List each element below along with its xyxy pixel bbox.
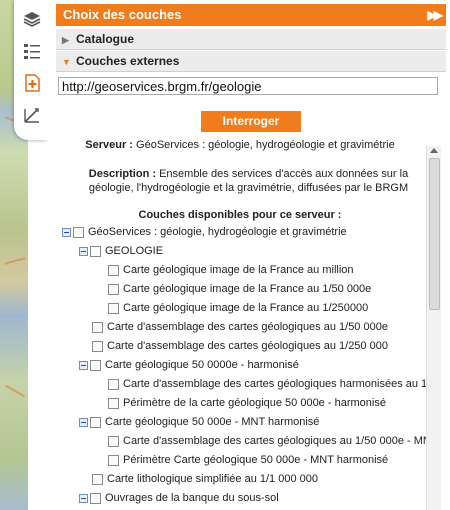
tree-node-label: Carte d'assemblage des cartes géologique… <box>107 340 388 353</box>
tree-node[interactable]: Carte d'assemblage des cartes géologique… <box>108 433 426 449</box>
tree-node-label: Carte d'assemblage des cartes géologique… <box>123 435 426 448</box>
service-description: Description : Ensemble des services d'ac… <box>76 167 421 195</box>
tree-node[interactable]: Périmètre Carte géologique 50 000e - MNT… <box>108 452 388 468</box>
tree-node-label: GEOLOGIE <box>105 245 164 258</box>
layer-checkbox[interactable] <box>90 245 101 257</box>
tree-node[interactable]: Carte lithologique simplifiée au 1/1 000… <box>92 471 318 487</box>
collapse-toggle-icon[interactable] <box>79 417 88 427</box>
tree-node-label: Périmètre Carte géologique 50 000e - MNT… <box>123 454 389 467</box>
tree-node[interactable]: Carte géologique image de la France au 1… <box>108 281 371 297</box>
layer-checkbox[interactable] <box>90 492 101 504</box>
tree-node[interactable]: Carte d'assemblage des cartes géologique… <box>92 319 388 335</box>
tree-node[interactable]: Carte d'assemblage des cartes géologique… <box>108 376 426 392</box>
layer-checkbox[interactable] <box>108 397 119 409</box>
description-label: Description : <box>88 168 157 180</box>
tree-node-label: Carte géologique 50 000e - MNT harmonisé <box>105 416 320 429</box>
tree-node-label: Carte géologique image de la France au 1… <box>123 302 369 315</box>
server-info: Serveur : GéoServices : géologie, hydrog… <box>60 139 420 151</box>
server-label: Serveur : <box>85 139 133 151</box>
tree-node-label: Carte d'assemblage des cartes géologique… <box>123 378 426 391</box>
layer-list-icon[interactable] <box>21 40 43 62</box>
tree-node-label: Périmètre de la carte géologique 50 000e… <box>123 397 386 410</box>
tree-node[interactable]: Carte géologique 50 000e - MNT harmonisé <box>79 414 319 430</box>
panel-title: Choix des couches <box>63 7 182 22</box>
layer-checkbox[interactable] <box>92 340 103 352</box>
layer-checkbox[interactable] <box>90 359 101 371</box>
layer-checkbox[interactable] <box>90 416 101 428</box>
tree-node[interactable]: GEOLOGIE <box>79 243 163 259</box>
tree-node-label: Carte d'assemblage des cartes géologique… <box>107 321 388 334</box>
layer-checkbox[interactable] <box>108 454 119 466</box>
chevron-right-icon: ▶ <box>62 35 69 45</box>
panel-header: Choix des couches ▶▶ <box>56 4 446 26</box>
layer-checkbox[interactable] <box>108 435 119 447</box>
tree-node[interactable]: Carte géologique image de la France au 1… <box>108 300 368 316</box>
tree-node[interactable]: Carte géologique image de la France au m… <box>108 262 354 278</box>
collapse-panel-icon[interactable]: ▶▶ <box>428 4 444 26</box>
collapse-toggle-icon[interactable] <box>79 493 88 503</box>
tree-node-label: Carte géologique image de la France au 1… <box>123 283 372 296</box>
tree-node-label: Carte géologique 50 0000e - harmonisé <box>105 359 299 372</box>
tree-node[interactable]: Périmètre de la carte géologique 50 000e… <box>108 395 386 411</box>
section-external-layers[interactable]: ▼ Couches externes <box>56 51 446 72</box>
layer-checkbox[interactable] <box>108 378 119 390</box>
tree-node-label: Ouvrages de la banque du sous-sol <box>105 492 279 505</box>
section-catalogue[interactable]: ▶ Catalogue <box>56 29 446 50</box>
layer-checkbox[interactable] <box>108 283 119 295</box>
server-name: GéoServices : géologie, hydrogéologie et… <box>136 139 395 151</box>
query-button[interactable]: Interroger <box>201 111 301 132</box>
tree-node-label: Carte lithologique simplifiée au 1/1 000… <box>107 473 318 486</box>
collapse-toggle-icon[interactable] <box>79 246 88 256</box>
scrollbar-thumb[interactable] <box>429 158 440 310</box>
available-layers-heading: Couches disponibles pour ce serveur : <box>138 209 342 221</box>
tree-node[interactable]: Carte géologique 50 0000e - harmonisé <box>79 357 299 373</box>
layer-checkbox[interactable] <box>108 264 119 276</box>
tree-node[interactable]: GéoServices : géologie, hydrogéologie et… <box>62 224 347 240</box>
layers-icon[interactable] <box>21 8 43 30</box>
tree-node[interactable]: Ouvrages de la banque du sous-sol <box>79 490 279 506</box>
layer-checkbox[interactable] <box>108 302 119 314</box>
side-toolbar <box>14 0 48 140</box>
chevron-down-icon: ▼ <box>62 57 71 67</box>
service-url-input[interactable]: http://geoservices.brgm.fr/geologie <box>58 77 438 95</box>
section-external-label: Couches externes <box>76 54 180 68</box>
measure-icon[interactable] <box>21 104 43 126</box>
tree-scrollbar[interactable] <box>426 146 441 510</box>
tree-node-label: Carte géologique image de la France au m… <box>123 264 354 277</box>
scroll-up-icon[interactable] <box>430 148 438 153</box>
section-catalogue-label: Catalogue <box>76 32 135 46</box>
collapse-toggle-icon[interactable] <box>62 227 71 237</box>
layer-checkbox[interactable] <box>92 321 103 333</box>
tree-node-label: GéoServices : géologie, hydrogéologie et… <box>88 226 347 239</box>
collapse-toggle-icon[interactable] <box>79 360 88 370</box>
add-layer-icon[interactable] <box>21 72 43 94</box>
tree-node[interactable]: Carte d'assemblage des cartes géologique… <box>92 338 388 354</box>
layer-checkbox[interactable] <box>73 226 84 238</box>
layer-checkbox[interactable] <box>92 473 103 485</box>
